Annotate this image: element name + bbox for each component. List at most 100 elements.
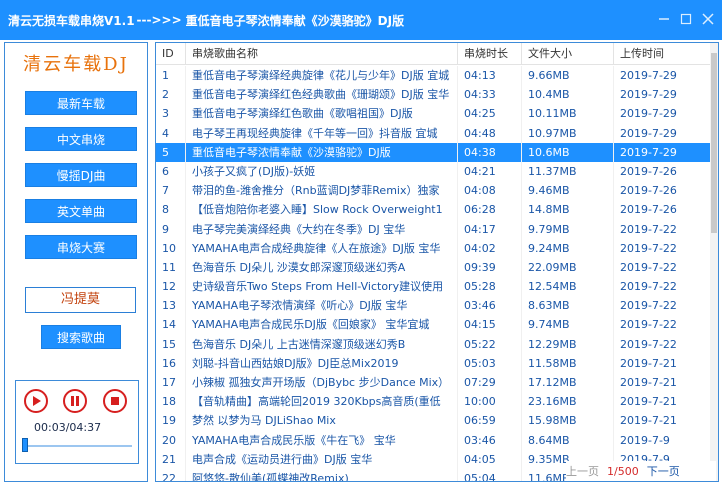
table-row[interactable]: 17 小辣椒 孤独女声开场版（DjBybc 步少Dance Mix） 07:29 17… (156, 373, 711, 393)
cell-size: 9.66MB (522, 66, 614, 86)
cell-duration: 04:13 (458, 66, 522, 86)
cell-id: 6 (156, 161, 186, 182)
song-list-panel: ID 串烧歌曲名称 串烧时长 文件大小 上传时间 1 重低音电子琴演绎经典旋律《花… (155, 42, 719, 482)
table-row[interactable]: 15 色海音乐 DJ朵儿 上古迷情深邃顶级迷幻秀B 05:22 12.29MB 2019… (156, 334, 711, 354)
scrollbar-thumb[interactable] (711, 53, 717, 233)
scrollbar[interactable] (710, 43, 718, 481)
cell-duration: 04:08 (458, 181, 522, 201)
table-row[interactable]: 11 色海音乐 DJ朵儿 沙漠女郎深邃顶级迷幻秀A 09:39 22.09MB 2019… (156, 257, 711, 278)
table-row[interactable]: 16 刘聪-抖音山西姑娘DJ版》DJ臣总Mix2019 05:03 11.58MB 20… (156, 353, 711, 373)
cell-song-name: 小辣椒 孤独女声开场版（DjBybc 步少Dance Mix） (186, 373, 458, 393)
cell-song-name: 重低音电子琴演绎红色歌曲《歌唱祖国》DJ版 (186, 104, 458, 124)
cell-song-name: 色海音乐 DJ朵儿 上古迷情深邃顶级迷幻秀B (186, 334, 458, 354)
cell-upload-time: 2019-7-26 (614, 200, 711, 220)
song-rows: 1 重低音电子琴演绎经典旋律《花儿与少年》DJ版 宜城 04:13 9.66MB 201… (156, 66, 711, 481)
cell-upload-time: 2019-7-26 (614, 161, 711, 182)
close-button[interactable] (700, 11, 716, 27)
cell-duration: 03:46 (458, 296, 522, 316)
table-row[interactable]: 20 YAMAHA电声合成民乐版《牛在飞》 宝华 03:46 8.64MB 2019-7… (156, 430, 711, 450)
maximize-button[interactable] (678, 11, 694, 27)
cell-duration: 04:05 (458, 449, 522, 469)
cell-size: 8.64MB (522, 430, 614, 450)
cell-id: 19 (156, 411, 186, 431)
table-row[interactable]: 2 重低音电子琴演绎红色经典歌曲《珊瑚颂》DJ版 宝华 04:33 10.4MB 201… (156, 85, 711, 105)
cell-song-name: 【低音炮陪你老婆入睡】Slow Rock Overweight1 (186, 200, 458, 220)
stop-button[interactable] (103, 389, 127, 413)
table-row[interactable]: 10 YAMAHA电声合成经典旋律《人在旅途》DJ版 宝华 04:02 9.24MB 2… (156, 238, 711, 258)
table-row[interactable]: 6 小孩子又疯了(DJ版)-妖姬 04:21 11.37MB 2019-7-26 (156, 161, 711, 182)
table-row[interactable]: 18 【音轨精曲】高端轮回2019 320Kbps高音质(重低 10:00 23.16… (156, 392, 711, 412)
cell-id: 10 (156, 238, 186, 258)
table-row[interactable]: 14 YAMAHA电声合成民乐DJ版《回娘家》 宝华宜城 04:15 9.74MB 20… (156, 315, 711, 335)
cell-id: 3 (156, 104, 186, 124)
nav-chinese-medley-button[interactable]: 中文串烧 (25, 127, 137, 151)
cell-upload-time: 2019-7-29 (614, 104, 711, 124)
progress-handle[interactable] (22, 438, 28, 452)
cell-song-name: YAMAHA电声合成民乐版《牛在飞》 宝华 (186, 430, 458, 450)
cell-duration: 05:28 (458, 277, 522, 297)
table-row[interactable]: 13 YAMAHA电子琴浓情演绎《听心》DJ版 宝华 03:46 8.63MB 2019… (156, 296, 711, 316)
table-row[interactable]: 19 梦然 以梦为马 DJLiShao Mix 06:59 15.98MB 2019-7… (156, 411, 711, 431)
cell-id: 11 (156, 257, 186, 278)
cell-song-name: 电声合成《运动员进行曲》DJ版 宝华 (186, 449, 458, 469)
cell-duration: 05:04 (458, 468, 522, 481)
cell-id: 12 (156, 277, 186, 297)
table-row[interactable]: 12 史诗级音乐Two Steps From Hell-Victory建议使用 05… (156, 277, 711, 297)
cell-upload-time: 2019-7-22 (614, 334, 711, 354)
table-row[interactable]: 3 重低音电子琴演绎红色歌曲《歌唱祖国》DJ版 04:25 10.11MB 2019-7… (156, 104, 711, 124)
cell-size: 15.98MB (522, 411, 614, 431)
cell-id: 9 (156, 219, 186, 239)
search-button[interactable]: 搜索歌曲 (41, 325, 121, 349)
play-button[interactable] (24, 389, 48, 413)
cell-song-name: YAMAHA电声合成经典旋律《人在旅途》DJ版 宝华 (186, 238, 458, 258)
cell-size: 12.54MB (522, 277, 614, 297)
table-row[interactable]: 8 【低音炮陪你老婆入睡】Slow Rock Overweight1 06:28 14… (156, 200, 711, 220)
nav-slow-dj-button[interactable]: 慢摇DJ曲 (25, 163, 137, 187)
cell-size: 10.6MB (522, 142, 614, 162)
playback-time: 00:03/04:37 (34, 421, 102, 434)
cell-song-name: 电子琴完美演绎经典《大约在冬季》DJ 宝华 (186, 219, 458, 239)
cell-upload-time: 2019-7-21 (614, 411, 711, 431)
table-row[interactable]: 9 电子琴完美演绎经典《大约在冬季》DJ 宝华 04:17 9.79MB 2019-7-… (156, 219, 711, 239)
next-page-link[interactable]: 下一页 (647, 463, 680, 479)
cell-duration: 04:21 (458, 161, 522, 182)
sidebar: 清云车载DJ 最新车载 中文串烧 慢摇DJ曲 英文单曲 串烧大赛 冯提莫 搜索歌… (4, 42, 148, 482)
nav-english-single-button[interactable]: 英文单曲 (25, 199, 137, 223)
pause-button[interactable] (63, 389, 87, 413)
cell-upload-time: 2019-7-26 (614, 181, 711, 201)
progress-bar[interactable] (22, 438, 132, 452)
col-header-size[interactable]: 文件大小 (522, 43, 614, 65)
cell-song-name: 阿悠悠-散仙美(孤蝶神改Remix) (186, 468, 458, 481)
table-row[interactable]: 1 重低音电子琴演绎经典旋律《花儿与少年》DJ版 宜城 04:13 9.66MB 201… (156, 66, 711, 86)
table-row[interactable]: 4 电子琴王再现经典旋律《千年等一回》抖音版 宜城 04:48 10.97MB 2019… (156, 123, 711, 143)
col-header-name[interactable]: 串烧歌曲名称 (186, 43, 458, 65)
cell-duration: 06:28 (458, 200, 522, 220)
cell-size: 14.8MB (522, 200, 614, 220)
cell-size: 12.29MB (522, 334, 614, 354)
cell-duration: 04:33 (458, 85, 522, 105)
col-header-id[interactable]: ID (156, 43, 186, 65)
cell-duration: 03:46 (458, 430, 522, 450)
prev-page-link[interactable]: 上一页 (566, 463, 599, 479)
cell-song-name: 色海音乐 DJ朵儿 沙漠女郎深邃顶级迷幻秀A (186, 257, 458, 278)
pause-icon (71, 396, 79, 406)
cell-size: 9.24MB (522, 238, 614, 258)
table-row[interactable]: 5 重低音电子琴浓情奉献《沙漠骆驼》DJ版 04:38 10.6MB 2019-7-29 (156, 142, 711, 162)
nav-latest-button[interactable]: 最新车载 (25, 91, 137, 115)
cell-duration: 04:17 (458, 219, 522, 239)
cell-upload-time: 2019-7-29 (614, 66, 711, 86)
table-header: ID 串烧歌曲名称 串烧时长 文件大小 上传时间 (156, 43, 711, 65)
player-panel: 00:03/04:37 (15, 380, 139, 464)
col-header-duration[interactable]: 串烧时长 (458, 43, 522, 65)
cell-song-name: 史诗级音乐Two Steps From Hell-Victory建议使用 (186, 277, 458, 297)
cell-song-name: 刘聪-抖音山西姑娘DJ版》DJ臣总Mix2019 (186, 353, 458, 373)
cell-song-name: 小孩子又疯了(DJ版)-妖姬 (186, 161, 458, 182)
window-controls (656, 11, 716, 27)
nav-medley-contest-button[interactable]: 串烧大赛 (25, 235, 137, 259)
col-header-upload-time[interactable]: 上传时间 (614, 43, 711, 65)
cell-upload-time: 2019-7-21 (614, 373, 711, 393)
search-input[interactable]: 冯提莫 (25, 287, 136, 313)
cell-song-name: YAMAHA电声合成民乐DJ版《回娘家》 宝华宜城 (186, 315, 458, 335)
minimize-button[interactable] (656, 11, 672, 27)
table-row[interactable]: 7 带泪的鱼-潍舍推分（Rnb蓝调DJ梦菲Remix）独家 04:08 9.46MB 2… (156, 181, 711, 201)
